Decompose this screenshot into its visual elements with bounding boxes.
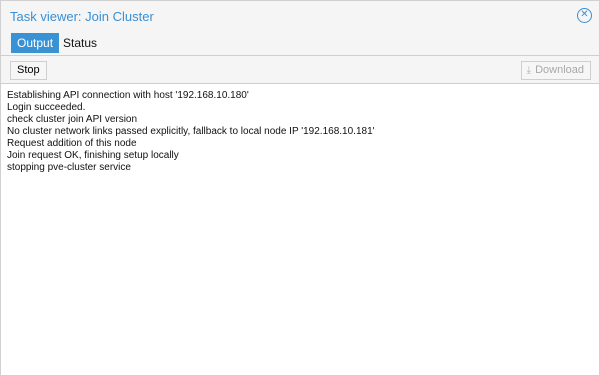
window-title: Task viewer: Join Cluster bbox=[10, 9, 154, 24]
download-icon: ⤓ bbox=[526, 65, 532, 76]
output-panel: Stop ⤓ Download Establishing API connecti… bbox=[1, 55, 599, 375]
log-line: Establishing API connection with host '1… bbox=[7, 90, 249, 101]
task-viewer-window: Task viewer: Join Cluster ✕ Output Statu… bbox=[0, 0, 600, 376]
tab-output[interactable]: Output bbox=[11, 33, 60, 53]
download-button[interactable]: ⤓ Download bbox=[520, 61, 591, 80]
download-label: Download bbox=[535, 64, 584, 76]
stop-button[interactable]: Stop bbox=[10, 61, 47, 80]
log-line: check cluster join API version bbox=[7, 114, 138, 125]
log-output: Establishing API connection with host '1… bbox=[7, 90, 587, 174]
tab-bar: Output Status bbox=[1, 31, 599, 55]
log-line: Login succeeded. bbox=[7, 102, 86, 113]
title-bar: Task viewer: Join Cluster ✕ bbox=[1, 1, 599, 31]
toolbar: Stop ⤓ Download bbox=[1, 56, 599, 84]
log-line: stopping pve-cluster service bbox=[7, 162, 131, 173]
tab-status[interactable]: Status bbox=[57, 33, 103, 53]
log-line: Join request OK, finishing setup locally bbox=[7, 150, 179, 161]
close-icon[interactable]: ✕ bbox=[577, 8, 592, 23]
log-line: No cluster network links passed explicit… bbox=[7, 126, 375, 137]
log-line: Request addition of this node bbox=[7, 138, 137, 149]
